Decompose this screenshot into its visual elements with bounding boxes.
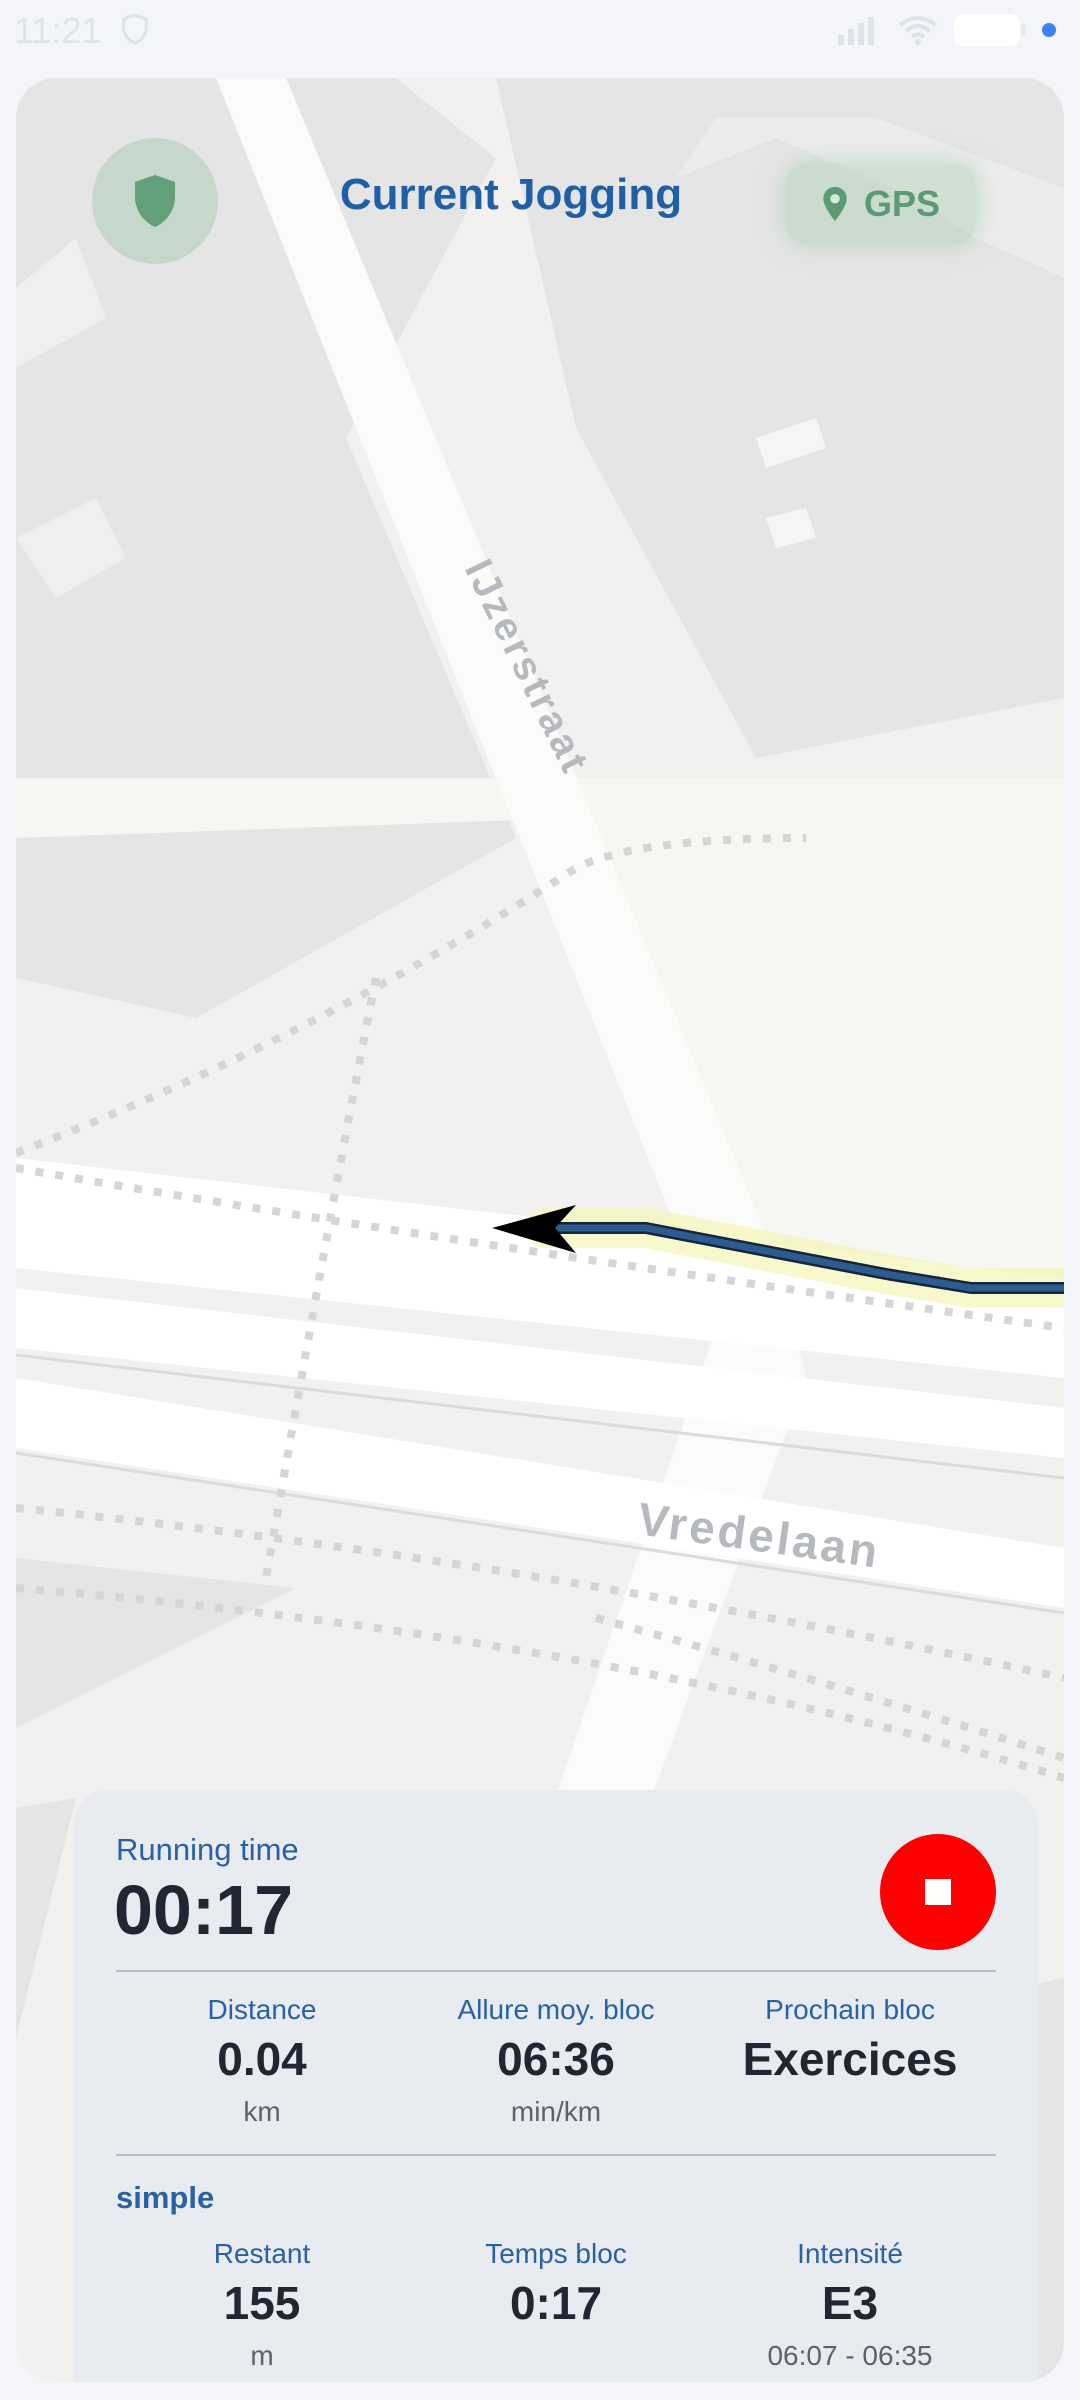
section-label: simple (116, 2180, 215, 2215)
stat-label: Distance (207, 1994, 317, 2025)
stat-unit: min/km (510, 2096, 602, 2127)
stat-label: Temps bloc (485, 2238, 627, 2269)
status-time: 11:21 (14, 10, 102, 51)
stat-unit: 06:07 - 06:35 (767, 2340, 933, 2371)
wifi-icon (898, 16, 938, 45)
gps-label: GPS (863, 183, 941, 224)
stat-remaining: Restant 155 m (116, 2238, 408, 2372)
battery-icon (954, 14, 1026, 46)
stat-unit: km (243, 2096, 281, 2127)
stat-distance: Distance 0.04 km (116, 1994, 408, 2128)
location-pin-icon (823, 187, 847, 221)
stat-value: 0.04 (217, 2033, 307, 2085)
stat-block-time: Temps bloc 0:17 (410, 2238, 702, 2330)
shield-outline-icon (122, 13, 148, 45)
stat-value: E3 (821, 2277, 879, 2329)
stop-button[interactable] (880, 1834, 996, 1950)
stat-value: 06:36 (497, 2033, 615, 2085)
shield-button[interactable] (92, 138, 218, 264)
stat-label: Restant (213, 2238, 311, 2269)
stats-panel: Running time 00:17 Distance 0.04 km Allu… (74, 1790, 1038, 2382)
shield-icon (135, 175, 175, 227)
stat-intensity: Intensité E3 06:07 - 06:35 (704, 2238, 996, 2372)
running-time-value: 00:17 (114, 1871, 294, 1949)
notification-dot (1042, 23, 1056, 37)
stat-value: 0:17 (509, 2277, 603, 2329)
gps-button[interactable]: GPS (786, 164, 976, 244)
stat-label: Prochain bloc (765, 1994, 935, 2025)
stat-value: 155 (223, 2277, 301, 2329)
stat-label: Intensité (797, 2238, 903, 2269)
divider (116, 1970, 996, 1972)
stat-value: Exercices (742, 2033, 958, 2085)
status-bar: 11:21 (0, 0, 1080, 60)
stat-next-block: Prochain bloc Exercices (704, 1994, 996, 2086)
stat-average-pace: Allure moy. bloc 06:36 min/km (410, 1994, 702, 2128)
page-title: Current Jogging (339, 170, 683, 219)
divider (116, 2154, 996, 2156)
stop-icon (925, 1879, 951, 1905)
stat-unit: m (250, 2340, 274, 2371)
map-view[interactable]: IJzerstraat Vredelaan Current Jogging GP… (16, 78, 1064, 2382)
running-time-label: Running time (116, 1832, 299, 1867)
status-icons (838, 14, 1056, 46)
stat-label: Allure moy. bloc (457, 1994, 655, 2025)
signal-icon (838, 17, 874, 45)
